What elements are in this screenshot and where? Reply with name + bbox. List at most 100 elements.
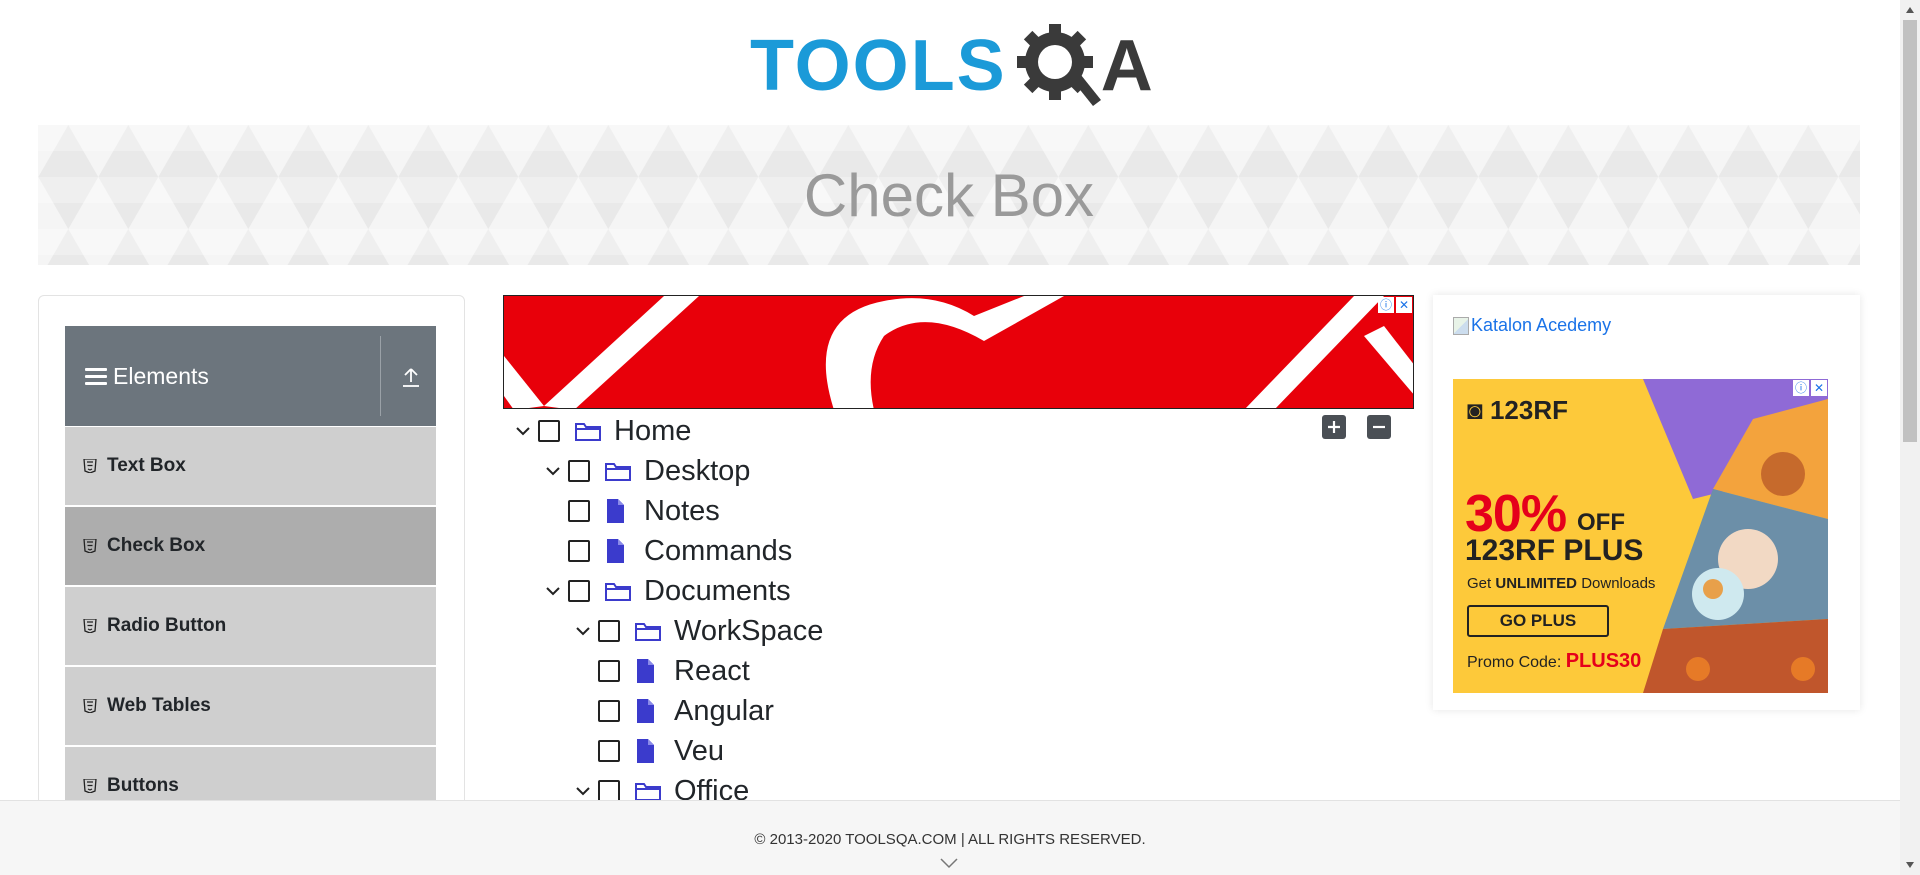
tree-node-label[interactable]: WorkSpace [674,615,823,648]
rf-unlimited-suffix: Downloads [1577,575,1656,592]
file-icon [634,698,664,724]
ad-info-icon[interactable]: ⓘ [1378,297,1394,313]
rf-promo-code: PLUS30 [1565,650,1642,672]
123rf-ad[interactable]: ⓘ ✕ ◙ 123RF 30% OFF 123RF PLUS Get UNLIM… [1453,379,1828,693]
rf-promo: Promo Code: PLUS30 [1467,650,1641,673]
html5-icon [83,619,97,633]
page-scrollbar[interactable] [1900,0,1920,875]
ad-graphic [504,296,1413,408]
broken-image-icon [1453,316,1469,335]
expand-all-button[interactable] [1322,415,1346,439]
chevron-down-icon[interactable] [538,451,568,491]
sidebar-item-web-tables[interactable]: Web Tables [65,666,436,745]
tree-node-angular: Angular [598,691,774,731]
tree-node-label[interactable]: Angular [674,695,774,728]
logo-q-gear-icon: A [1011,18,1153,114]
scroll-thumb[interactable] [1903,20,1917,442]
chevron-down-icon[interactable] [508,411,538,451]
folder-icon [574,418,604,444]
plus-icon [1328,421,1340,433]
katalon-alt-text: Katalon Acedemy [1471,315,1612,335]
tree-node-label[interactable]: Notes [644,495,720,528]
rf-unlimited-bold: UNLIMITED [1495,575,1578,592]
sidebar-item-text-box[interactable]: Text Box [65,426,436,505]
checkbox[interactable] [568,500,590,522]
tree-node-home: Home [508,411,691,451]
elements-group-header[interactable]: Elements [65,326,436,426]
checkbox[interactable] [598,620,620,642]
chevron-down-icon[interactable] [568,611,598,651]
sidebar: Elements Text Box Check Box Radio Button We… [38,295,465,815]
chevron-down-icon[interactable] [538,571,568,611]
sidebar-item-label: Web Tables [107,695,211,716]
tree-node-label[interactable]: Desktop [644,455,750,488]
checkbox[interactable] [538,420,560,442]
group-title: Elements [113,362,209,389]
camera-icon: ◙ [1467,395,1483,425]
page-title: Check Box [803,161,1095,229]
sidebar-item-label: Check Box [107,535,206,556]
copyright-text: © 2013-2020 TOOLSQA.COM | ALL RIGHTS RES… [754,831,1146,848]
upload-icon[interactable] [401,366,421,388]
html5-icon [83,539,97,553]
rf-off: OFF [1577,509,1625,536]
ad-close-icon[interactable]: ✕ [1396,297,1412,313]
tree-node-veu: Veu [598,731,724,771]
tree-node-documents: Documents [538,571,791,611]
checkbox[interactable] [568,540,590,562]
top-ad-banner[interactable]: ⓘ ✕ [503,295,1414,409]
html5-icon [83,779,97,793]
html5-icon [83,459,97,473]
tree-node-desktop: Desktop [538,451,750,491]
folder-icon [634,618,664,644]
chevron-down-icon[interactable] [939,857,959,869]
sidebar-item-radio-button[interactable]: Radio Button [65,586,436,665]
checkbox[interactable] [598,740,620,762]
tree-node-label[interactable]: Home [614,415,691,448]
checkbox[interactable] [568,580,590,602]
folder-icon [604,578,634,604]
page-banner: Check Box [38,125,1860,265]
rf-ad-controls: ⓘ ✕ [1793,380,1827,396]
collapse-all-button[interactable] [1367,415,1391,439]
checkbox[interactable] [598,660,620,682]
tree-node-workspace: WorkSpace [568,611,823,651]
rf-brand-text: 123RF [1489,395,1568,425]
checkbox[interactable] [598,700,620,722]
katalon-academy-link[interactable]: Katalon Acedemy [1453,315,1611,336]
file-icon [634,738,664,764]
logo-tools-text: TOOLS [750,26,1007,106]
ad-controls: ⓘ ✕ [1378,297,1412,313]
ad-close-icon[interactable]: ✕ [1811,380,1827,396]
page-root: TOOLS A Check Box Elements Text Box Chec… [0,0,1920,875]
rf-plus: 123RF PLUS [1465,534,1644,567]
rf-unlimited: Get UNLIMITED Downloads [1467,575,1655,592]
tree-node-label[interactable]: Documents [644,575,791,608]
go-plus-button[interactable]: GO PLUS [1467,605,1609,637]
file-icon [634,658,664,684]
hamburger-icon [85,367,107,385]
minus-icon [1373,425,1385,429]
header-divider [380,336,381,416]
footer: © 2013-2020 TOOLSQA.COM | ALL RIGHTS RES… [0,800,1900,875]
checkbox[interactable] [598,780,620,802]
right-ad-panel: Katalon Acedemy ⓘ ✕ ◙ 123RF 30% OFF 123R… [1433,295,1860,710]
tree-node-notes: Notes [568,491,720,531]
tree-node-label[interactable]: Veu [674,735,724,768]
scroll-up-icon[interactable] [1900,0,1920,20]
tree-node-label[interactable]: React [674,655,750,688]
sidebar-item-check-box[interactable]: Check Box [65,506,436,585]
ad-info-icon[interactable]: ⓘ [1793,380,1809,396]
sidebar-item-label: Radio Button [107,615,227,636]
toolsqa-logo[interactable]: TOOLS A [750,18,1153,114]
sidebar-item-label: Text Box [107,455,186,476]
tree-node-commands: Commands [568,531,792,571]
tree-node-label[interactable]: Commands [644,535,792,568]
tree-controls [1322,415,1391,439]
rf-unlimited-prefix: Get [1467,575,1496,592]
html5-icon [83,699,97,713]
rf-promo-prefix: Promo Code: [1467,654,1566,671]
checkbox[interactable] [568,460,590,482]
rf-brand: ◙ 123RF [1467,395,1568,426]
scroll-down-icon[interactable] [1900,855,1920,875]
